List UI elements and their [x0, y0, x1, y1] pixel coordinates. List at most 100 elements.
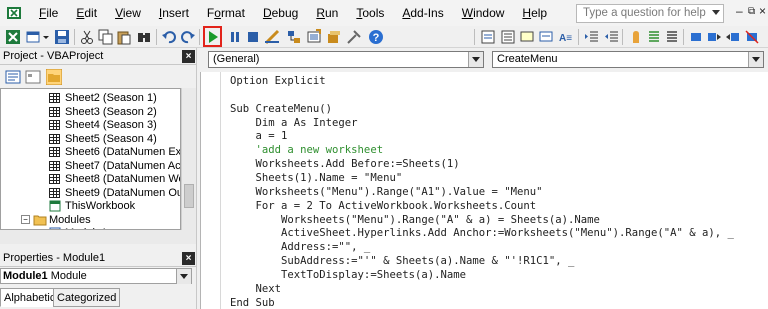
design-mode-icon[interactable] — [264, 29, 280, 45]
excel-app-icon[interactable] — [6, 5, 22, 21]
project-tree-scrollbar[interactable] — [181, 88, 196, 230]
code-line[interactable]: SubAddress:="'" & Sheets(a).Name & "'!R1… — [230, 254, 574, 268]
chevron-down-icon[interactable] — [468, 52, 483, 67]
code-line[interactable]: Worksheets.Add Before:=Sheets(1) — [230, 157, 460, 171]
paste-icon[interactable] — [116, 29, 132, 45]
tree-item-label: ThisWorkbook — [65, 200, 136, 212]
tab-categorized[interactable]: Categorized — [53, 288, 121, 307]
find-icon[interactable] — [136, 29, 152, 45]
view-object-icon[interactable] — [25, 69, 41, 85]
break-icon[interactable] — [227, 29, 243, 45]
chevron-down-icon[interactable] — [748, 52, 763, 67]
indent-icon[interactable] — [584, 29, 600, 45]
code-line[interactable]: Dim a As Integer — [230, 116, 358, 130]
menu-insert[interactable]: Insert — [150, 0, 198, 26]
close-window-button[interactable]: × — [759, 4, 766, 18]
code-line[interactable]: Next — [230, 282, 282, 296]
reset-icon[interactable] — [245, 29, 261, 45]
toggle-bookmark-icon[interactable] — [688, 29, 704, 45]
code-line[interactable]: a = 1 — [230, 129, 288, 143]
svg-text:?: ? — [373, 32, 380, 44]
complete-word-icon[interactable]: A≡ — [558, 29, 574, 45]
workbook-icon — [49, 200, 61, 212]
menu-add-ins[interactable]: Add-Ins — [393, 0, 452, 26]
tree-item-label: Sheet3 (Season 2) — [65, 105, 157, 118]
save-icon[interactable] — [54, 29, 70, 45]
menu-debug[interactable]: Debug — [254, 0, 307, 26]
code-margin[interactable] — [201, 72, 221, 309]
copy-icon[interactable] — [98, 29, 114, 45]
worksheet-icon — [49, 106, 60, 117]
code-comment-line[interactable]: 'add a new worksheet — [230, 143, 384, 157]
code-line[interactable]: Sheets(1).Name = "Menu" — [230, 171, 403, 185]
cut-icon[interactable] — [79, 29, 95, 45]
help-search-input[interactable]: Type a question for help — [576, 4, 724, 23]
list-constants-icon[interactable] — [500, 29, 516, 45]
code-line[interactable]: Address:="", _ — [230, 240, 370, 254]
comment-block-icon[interactable] — [646, 29, 662, 45]
quick-info-icon[interactable] — [519, 29, 535, 45]
code-window-header: (General) CreateMenu — [200, 48, 768, 72]
previous-bookmark-icon[interactable] — [725, 29, 741, 45]
redo-icon[interactable] — [180, 29, 196, 45]
help-dropdown-icon[interactable] — [712, 10, 720, 15]
toggle-breakpoint-icon[interactable] — [628, 29, 644, 45]
menu-window[interactable]: Window — [453, 0, 514, 26]
chevron-down-icon[interactable] — [176, 269, 191, 284]
menu-file[interactable]: File — [30, 0, 67, 26]
worksheet-icon — [49, 187, 60, 198]
project-toolbar — [0, 66, 196, 88]
clear-bookmarks-icon[interactable] — [744, 29, 760, 45]
view-code-icon[interactable] — [5, 69, 21, 85]
edit-list-properties-icon[interactable] — [480, 29, 496, 45]
code-line[interactable]: ActiveSheet.Hyperlinks.Add Anchor:=Works… — [230, 226, 734, 240]
project-tree-hscrollbar[interactable] — [0, 230, 196, 244]
restore-button[interactable]: ⧉ — [748, 6, 755, 17]
help-icon[interactable]: ? — [368, 29, 384, 45]
menu-view[interactable]: View — [106, 0, 150, 26]
code-line[interactable]: Sub CreateMenu() — [230, 102, 332, 116]
undo-icon[interactable] — [161, 29, 177, 45]
folder-icon — [33, 215, 47, 225]
menu-run[interactable]: Run — [307, 0, 347, 26]
menu-items: File Edit View Insert Format Debug Run Tools Add… — [30, 0, 556, 26]
code-line[interactable]: For a = 2 To ActiveWorkbook.Worksheets.C… — [230, 199, 537, 213]
code-line[interactable]: Worksheets("Menu").Range("A" & a) = Shee… — [230, 213, 600, 227]
uncomment-block-icon[interactable] — [664, 29, 680, 45]
procedure-combo[interactable]: CreateMenu — [492, 51, 764, 68]
procedure-combo-value: CreateMenu — [497, 53, 558, 65]
properties-object-select[interactable]: Module1 Module — [0, 268, 192, 284]
tab-alphabetic[interactable]: Alphabetic — [0, 288, 60, 307]
code-line[interactable]: Option Explicit — [230, 74, 326, 88]
properties-close-icon[interactable]: × — [182, 252, 195, 265]
project-close-icon[interactable]: × — [182, 50, 195, 63]
view-excel-icon[interactable] — [5, 29, 21, 45]
properties-window-icon[interactable] — [306, 29, 322, 45]
code-line[interactable]: Worksheets("Menu").Range("A1").Value = "… — [230, 185, 543, 199]
insert-userform-icon[interactable] — [26, 29, 42, 45]
tree-item-label: Sheet6 (DataNumen Excel Re — [65, 146, 181, 158]
object-combo[interactable]: (General) — [208, 51, 484, 68]
menu-format[interactable]: Format — [198, 0, 254, 26]
menu-tools[interactable]: Tools — [347, 0, 393, 26]
minimize-button[interactable]: – — [736, 4, 743, 18]
insert-dropdown-icon[interactable] — [42, 29, 50, 45]
project-explorer-icon[interactable] — [286, 29, 302, 45]
run-button-highlight — [203, 26, 222, 47]
next-bookmark-icon[interactable] — [706, 29, 722, 45]
collapse-icon[interactable]: − — [21, 214, 30, 224]
toggle-folders-icon[interactable] — [46, 69, 62, 85]
code-line[interactable]: End Sub — [230, 296, 275, 309]
parameter-info-icon[interactable] — [538, 29, 554, 45]
worksheet-icon — [49, 160, 60, 171]
worksheet-icon — [49, 174, 60, 184]
outdent-icon[interactable] — [604, 29, 620, 45]
code-line[interactable]: TextToDisplay:=Sheets(a).Name — [230, 268, 466, 282]
selected-object-name: Module1 — [3, 270, 48, 282]
menu-help[interactable]: Help — [513, 0, 556, 26]
toolbox-icon[interactable] — [346, 29, 362, 45]
scrollbar-thumb[interactable] — [184, 184, 194, 208]
menu-edit[interactable]: Edit — [67, 0, 106, 26]
object-browser-icon[interactable] — [326, 29, 342, 45]
tree-item-label: Sheet5 (Season 4) — [65, 132, 157, 145]
